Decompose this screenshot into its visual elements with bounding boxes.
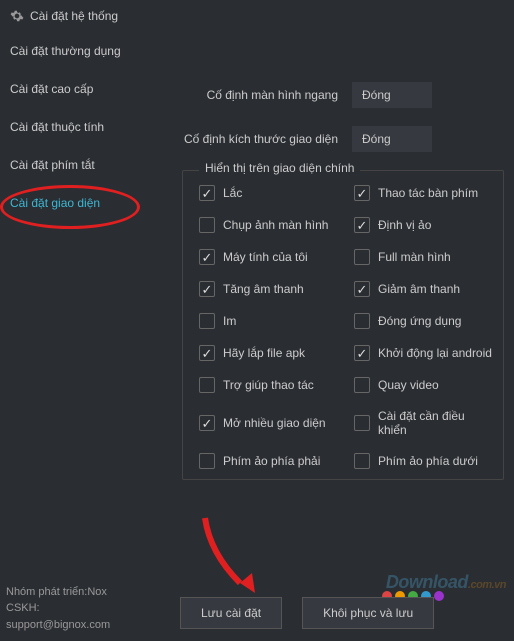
titlebar: Cài đặt hệ thống [0,0,514,32]
checkbox[interactable] [354,453,370,469]
sidebar-item-common[interactable]: Cài đặt thường dụng [0,32,152,70]
checkbox-label: Cài đặt cần điều khiển [378,409,493,437]
checkbox[interactable] [199,217,215,233]
checkbox[interactable] [199,185,215,201]
checkbox-label: Tăng âm thanh [223,282,304,296]
checkbox-item[interactable]: Đóng ứng dụng [354,313,493,329]
restore-button[interactable]: Khôi phục và lưu [302,597,434,629]
checkbox[interactable] [199,313,215,329]
checkbox[interactable] [354,313,370,329]
checkbox-label: Lắc [223,186,242,200]
fixed-landscape-label: Cố định màn hình ngang [182,88,352,102]
save-button[interactable]: Lưu cài đặt [180,597,282,629]
sidebar-item-interface[interactable]: Cài đặt giao diện [0,184,152,222]
checkbox-item[interactable]: Cài đặt cần điều khiển [354,409,493,437]
checkbox[interactable] [354,281,370,297]
fixed-size-select[interactable]: Đóng [352,126,432,152]
checkbox-item[interactable]: Mở nhiều giao diện [199,409,354,437]
checkbox-label: Đóng ứng dụng [378,314,461,328]
checkbox-item[interactable]: Máy tính của tôi [199,249,354,265]
checkbox-label: Định vị ảo [378,218,431,232]
checkbox[interactable] [354,377,370,393]
checkbox-label: Chụp ảnh màn hình [223,218,328,232]
checkbox-item[interactable]: Tăng âm thanh [199,281,354,297]
gear-icon [10,9,24,23]
checkbox[interactable] [354,217,370,233]
checkbox-label: Phím ảo phía dưới [378,454,478,468]
checkbox[interactable] [354,185,370,201]
checkbox-item[interactable]: Phím ảo phía dưới [354,453,493,469]
sidebar-item-shortcuts[interactable]: Cài đặt phím tắt [0,146,152,184]
checkbox-label: Thao tác bàn phím [378,186,478,200]
checkbox[interactable] [199,281,215,297]
sidebar-item-advanced[interactable]: Cài đặt cao cấp [0,70,152,108]
checkbox[interactable] [199,377,215,393]
checkbox[interactable] [199,453,215,469]
checkbox-item[interactable]: Trợ giúp thao tác [199,377,354,393]
checkbox-label: Giảm âm thanh [378,282,460,296]
checkbox[interactable] [199,345,215,361]
checkbox-item[interactable]: Phím ảo phía phải [199,453,354,469]
checkbox-item[interactable]: Khởi động lại android [354,345,493,361]
checkbox[interactable] [199,415,215,431]
checkbox-label: Phím ảo phía phải [223,454,320,468]
checkbox-label: Khởi động lại android [378,346,492,360]
group-title: Hiển thị trên giao diện chính [199,161,360,175]
checkbox[interactable] [354,345,370,361]
checkbox[interactable] [354,415,370,431]
fixed-size-label: Cố định kích thước giao diện [182,132,352,146]
checkbox-item[interactable]: Full màn hình [354,249,493,265]
checkbox[interactable] [199,249,215,265]
sidebar-item-properties[interactable]: Cài đặt thuộc tính [0,108,152,146]
checkbox-item[interactable]: Im [199,313,354,329]
checkbox-label: Máy tính của tôi [223,250,308,264]
sidebar: Cài đặt thường dụng Cài đặt cao cấp Cài … [0,32,152,641]
checkbox-item[interactable]: Hãy lắp file apk [199,345,354,361]
checkbox-label: Trợ giúp thao tác [223,378,314,392]
checkbox-item[interactable]: Chụp ảnh màn hình [199,217,354,233]
checkbox-label: Full màn hình [378,250,451,264]
checkbox-item[interactable]: Thao tác bàn phím [354,185,493,201]
checkbox-item[interactable]: Giảm âm thanh [354,281,493,297]
display-options-group: Hiển thị trên giao diện chính LắcThao tá… [182,170,504,480]
window-title: Cài đặt hệ thống [30,9,118,23]
checkbox-label: Im [223,314,236,328]
checkbox-item[interactable]: Lắc [199,185,354,201]
checkbox-item[interactable]: Định vị ảo [354,217,493,233]
checkbox-label: Hãy lắp file apk [223,346,305,360]
checkbox-label: Quay video [378,378,439,392]
checkbox-item[interactable]: Quay video [354,377,493,393]
main-panel: Cố định màn hình ngang Đóng Cố định kích… [152,32,514,641]
fixed-landscape-select[interactable]: Đóng [352,82,432,108]
checkbox-label: Mở nhiều giao diện [223,416,326,430]
checkbox[interactable] [354,249,370,265]
footer-info: Nhóm phát triển:Nox CSKH: support@bignox… [0,576,152,641]
